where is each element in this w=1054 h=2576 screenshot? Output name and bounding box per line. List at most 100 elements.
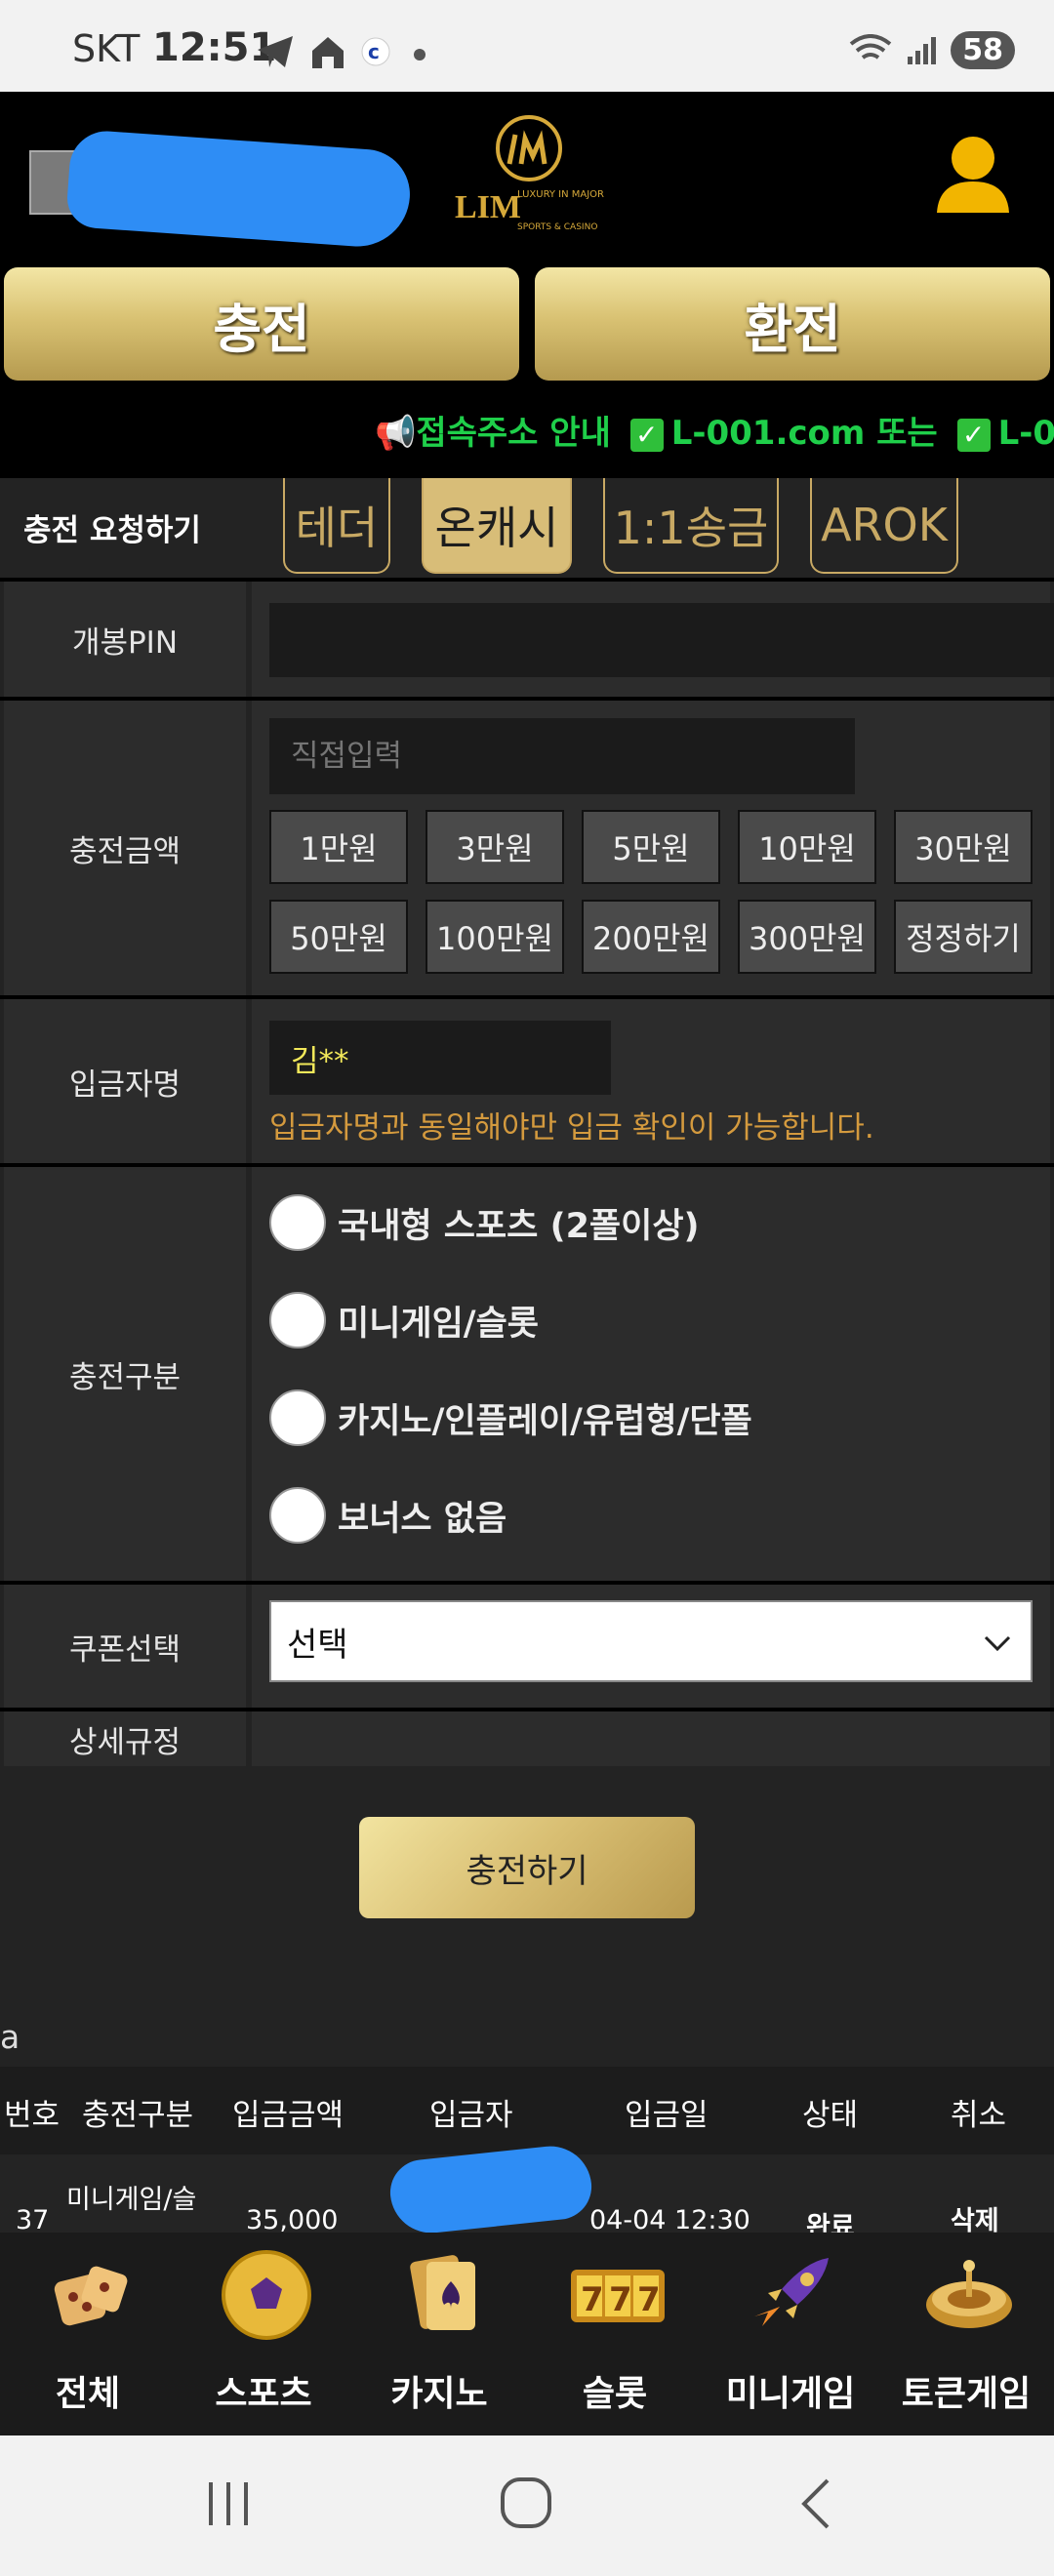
check-icon: ✓	[956, 418, 991, 452]
redacted-username	[64, 128, 414, 251]
exchange-button[interactable]: 환전	[535, 267, 1050, 381]
amount-reset-button[interactable]: 정정하기	[894, 900, 1033, 974]
coupon-label: 쿠폰선택	[4, 1585, 246, 1708]
dice-icon	[54, 2266, 128, 2326]
tab-tether[interactable]: 테더	[283, 478, 390, 574]
submit-charge-button[interactable]: 충전하기	[359, 1817, 695, 1918]
amount-100man-button[interactable]: 100만원	[426, 900, 564, 974]
nav-minigame[interactable]: 미니게임	[703, 2233, 878, 2435]
logo-text: LIM	[455, 189, 521, 225]
rules-row: 상세규정	[0, 1708, 1054, 1766]
roulette-icon	[926, 2260, 1012, 2328]
category-option-casino[interactable]: 카지노/인플레이/유럽형/단폴	[269, 1389, 752, 1446]
amount-10man-button[interactable]: 10만원	[738, 810, 876, 884]
row-date: 04-04 12:30	[589, 2205, 750, 2235]
category-option-label: 미니게임/슬롯	[338, 1304, 539, 1344]
pin-cell	[252, 582, 1054, 697]
slot-777-icon: 7 7 7	[571, 2270, 665, 2322]
home-button-icon[interactable]	[498, 2475, 554, 2531]
nav-label: 슬롯	[582, 2374, 648, 2414]
back-icon[interactable]	[796, 2476, 835, 2531]
logo-subtitle: LUXURY IN MAJOR	[517, 189, 605, 200]
col-number: 번호	[4, 2098, 61, 2133]
nav-label: 미니게임	[725, 2374, 856, 2414]
status-bar: SKT 12:51 c 58	[0, 0, 1054, 92]
svg-text:c: c	[368, 40, 380, 63]
col-depositor: 입금자	[429, 2098, 513, 2133]
nav-sports[interactable]: 스포츠	[176, 2233, 351, 2435]
c-app-icon: c	[361, 37, 390, 66]
game-category-nav: 전체 스포츠 카지노 7 7 7 슬롯 미니게임 토큰게임	[0, 2233, 1054, 2435]
nav-all[interactable]: 전체	[0, 2233, 176, 2435]
nav-label: 토큰게임	[901, 2374, 1032, 2414]
category-option-minigame[interactable]: 미니게임/슬롯	[269, 1292, 539, 1348]
row-amount: 35,000	[246, 2205, 339, 2235]
marquee-link-1[interactable]: L-001.com 또는	[671, 414, 938, 453]
amount-200man-button[interactable]: 200만원	[582, 900, 720, 974]
category-option-no-bonus[interactable]: 보너스 없음	[269, 1487, 507, 1544]
category-row: 충전구분 국내형 스포츠 (2폴이상) 미니게임/슬롯 카지노/인플레이/유럽형…	[0, 1163, 1054, 1581]
signal-icon	[908, 36, 937, 64]
user-profile-icon[interactable]	[933, 135, 1013, 221]
check-icon: ✓	[629, 418, 664, 452]
row-category: 미니게임/슬	[66, 2185, 197, 2215]
amount-50man-button[interactable]: 50만원	[269, 900, 408, 974]
col-status: 상태	[802, 2098, 859, 2133]
rules-label: 상세규정	[4, 1711, 246, 1766]
tab-arok[interactable]: AROK	[810, 478, 958, 574]
amount-300man-button[interactable]: 300만원	[738, 900, 876, 974]
radio-button[interactable]	[269, 1389, 326, 1446]
coupon-row: 쿠폰선택 선택	[0, 1581, 1054, 1708]
svg-text:7: 7	[581, 2280, 604, 2319]
category-option-sports[interactable]: 국내형 스포츠 (2폴이상)	[269, 1194, 700, 1251]
amount-5man-button[interactable]: 5만원	[582, 810, 720, 884]
logo-tagline: SPORTS & CASINO	[517, 222, 598, 232]
depositor-notice: 입금자명과 동일해야만 입금 확인이 가능합니다.	[269, 1110, 874, 1146]
col-category: 충전구분	[82, 2098, 194, 2133]
svg-text:7: 7	[637, 2280, 661, 2319]
wifi-icon	[850, 33, 892, 60]
pin-input[interactable]	[269, 603, 1054, 677]
payment-method-tabs: 충전 요청하기 테더 온캐시 1:1송금 AROK	[0, 478, 1054, 576]
amount-label: 충전금액	[4, 701, 246, 995]
charge-button[interactable]: 충전	[4, 267, 519, 381]
tab-bank-transfer[interactable]: 1:1송금	[603, 478, 779, 574]
amount-30man-button[interactable]: 30만원	[894, 810, 1033, 884]
nav-label: 전체	[55, 2374, 121, 2414]
battery-indicator: 58	[951, 31, 1015, 69]
notification-dot	[414, 49, 426, 60]
depositor-label: 입금자명	[4, 999, 246, 1163]
amount-row: 충전금액 1만원 3만원 5만원 10만원 30만원 50만원 100만원 20…	[0, 697, 1054, 995]
amount-3man-button[interactable]: 3만원	[426, 810, 564, 884]
nav-casino[interactable]: 카지노	[351, 2233, 527, 2435]
chevron-down-icon	[984, 1635, 1011, 1652]
coupon-select[interactable]: 선택	[269, 1600, 1033, 1682]
category-option-label: 보너스 없음	[338, 1499, 507, 1539]
pin-label: 개봉PIN	[4, 582, 246, 697]
rules-cell	[252, 1711, 1050, 1766]
notice-marquee: 📢접속주소 안내 ✓L-001.com 또는 ✓L-00	[375, 406, 1054, 454]
marquee-link-2[interactable]: L-00	[998, 414, 1054, 453]
category-option-label: 카지노/인플레이/유럽형/단폴	[338, 1401, 752, 1441]
history-table-header: 번호 충전구분 입금금액 입금자 입금일 상태 취소	[0, 2067, 1054, 2154]
row-number: 37	[16, 2205, 50, 2235]
telegram-icon	[258, 36, 293, 67]
radio-button[interactable]	[269, 1487, 326, 1544]
amount-input[interactable]	[269, 718, 855, 794]
tab-oncash[interactable]: 온캐시	[422, 478, 572, 574]
site-header: LIM LUXURY IN MAJOR SPORTS & CASINO 충전 환…	[0, 92, 1054, 478]
nav-label: 카지노	[390, 2374, 488, 2414]
radio-button[interactable]	[269, 1292, 326, 1348]
depositor-cell: 김** 입금자명과 동일해야만 입금 확인이 가능합니다.	[252, 999, 1050, 1163]
amount-1man-button[interactable]: 1만원	[269, 810, 408, 884]
nav-slot[interactable]: 7 7 7 슬롯	[527, 2233, 703, 2435]
recent-apps-icon[interactable]	[205, 2476, 254, 2531]
col-cancel: 취소	[951, 2098, 1007, 2133]
nav-token-game[interactable]: 토큰게임	[878, 2233, 1054, 2435]
depositor-field[interactable]: 김**	[269, 1021, 611, 1095]
radio-button[interactable]	[269, 1194, 326, 1251]
svg-text:7: 7	[609, 2280, 632, 2319]
depositor-row: 입금자명 김** 입금자명과 동일해야만 입금 확인이 가능합니다.	[0, 995, 1054, 1163]
section-title: 충전 요청하기	[23, 513, 201, 548]
nav-label: 스포츠	[215, 2374, 312, 2414]
